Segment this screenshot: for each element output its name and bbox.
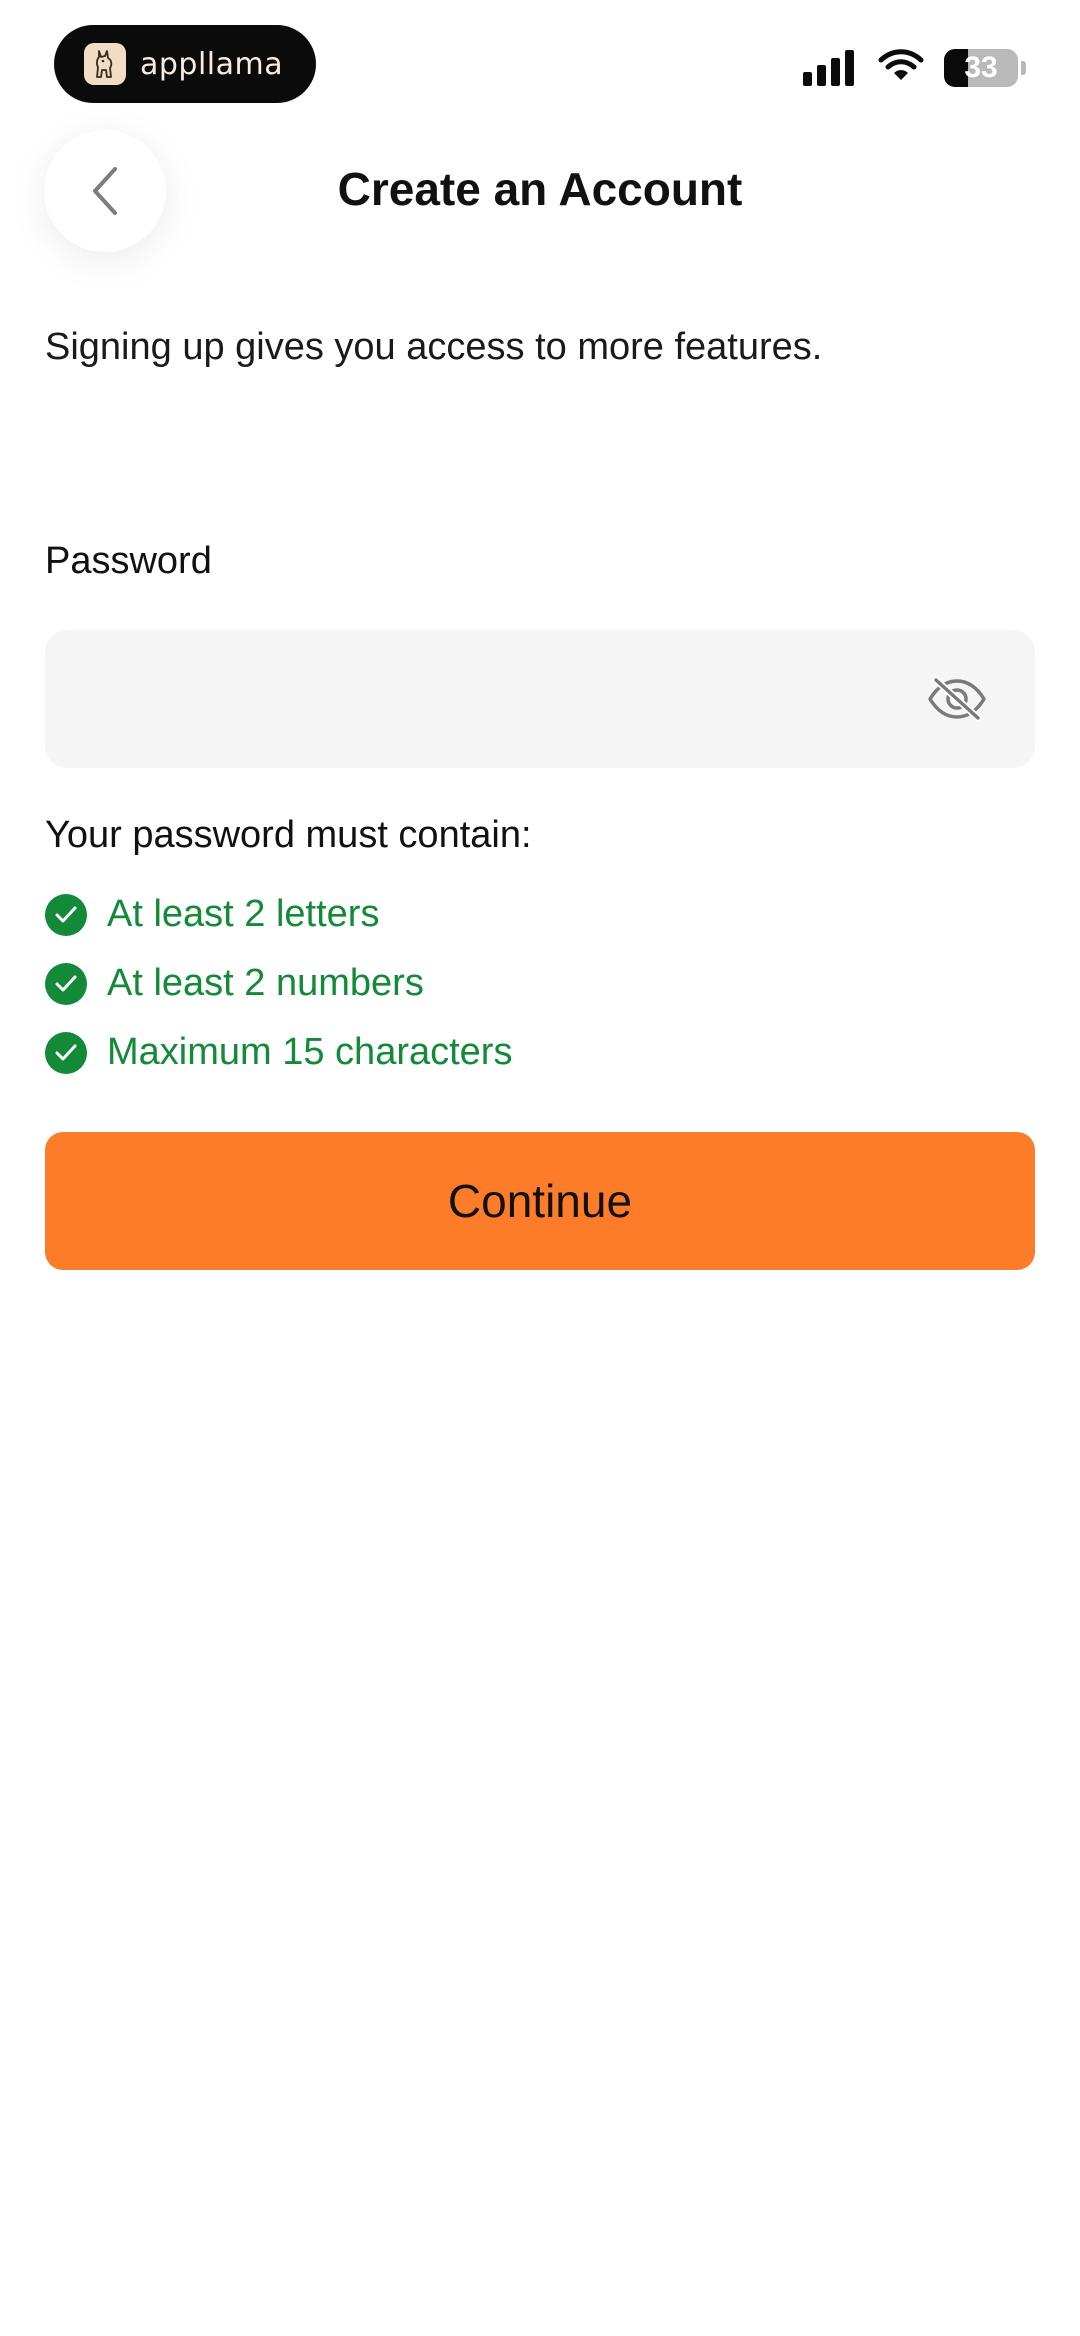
check-circle-icon — [45, 1031, 87, 1074]
password-rule-max-length: Maximum 15 characters — [45, 1018, 512, 1087]
battery-nub — [1021, 60, 1026, 75]
system-status-icons: 33 — [803, 48, 1026, 87]
continue-button[interactable]: Continue — [45, 1132, 1035, 1270]
password-rule-label: At least 2 numbers — [107, 962, 424, 1004]
page-subtitle: Signing up gives you access to more feat… — [45, 326, 823, 368]
eye-slash-icon — [928, 676, 986, 722]
wifi-icon — [878, 48, 924, 87]
battery-icon: 33 — [944, 48, 1018, 87]
app-name: appllama — [140, 46, 284, 82]
password-field[interactable] — [45, 630, 1035, 768]
page-title: Create an Account — [337, 163, 743, 215]
password-label: Password — [45, 540, 212, 582]
password-rules-heading: Your password must contain: — [45, 814, 532, 856]
password-rule-numbers: At least 2 numbers — [45, 949, 512, 1018]
app-brand-pill: appllama — [54, 25, 316, 103]
llama-logo-icon — [84, 43, 126, 85]
check-circle-icon — [45, 893, 87, 936]
password-rule-letters: At least 2 letters — [45, 880, 512, 949]
password-rule-label: At least 2 letters — [107, 893, 380, 935]
password-rules-list: At least 2 letters At least 2 numbers Ma… — [45, 880, 512, 1087]
battery-level: 33 — [964, 50, 998, 84]
cellular-signal-icon — [803, 49, 854, 86]
password-input[interactable] — [75, 630, 935, 768]
check-circle-icon — [45, 962, 87, 1005]
password-visibility-toggle[interactable] — [925, 674, 989, 724]
create-account-screen: appllama 33 Create an Account Signing up — [0, 0, 1080, 2336]
password-rule-label: Maximum 15 characters — [107, 1031, 513, 1073]
